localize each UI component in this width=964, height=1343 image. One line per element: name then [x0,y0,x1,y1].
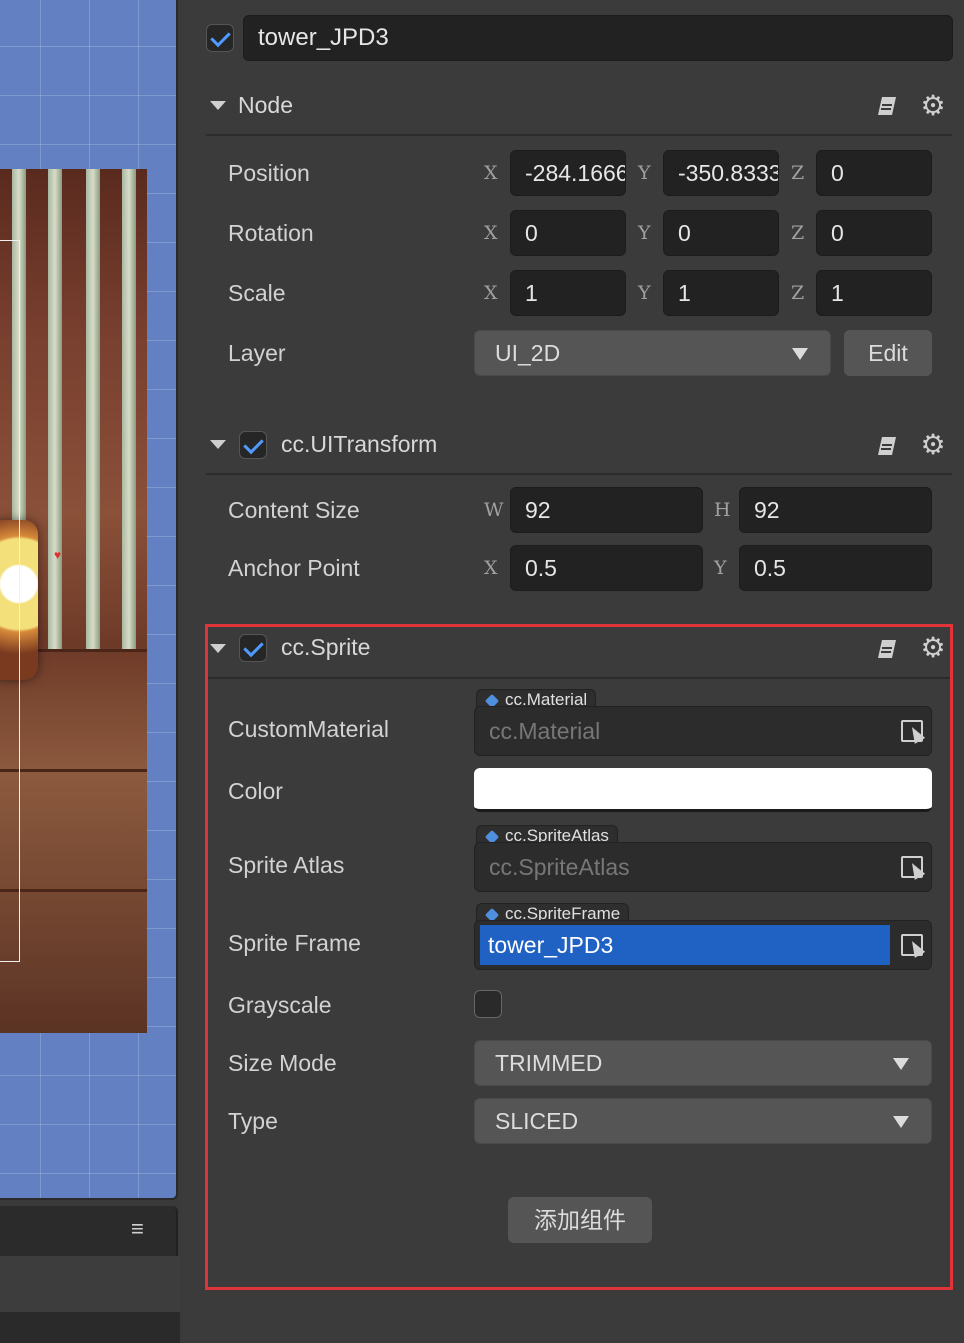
menu-icon[interactable]: ≡ [131,1218,151,1240]
axis-y-label: Y [638,282,651,304]
panel-header-bar [0,1206,178,1256]
heart-icon: ♥ [54,548,62,562]
content-height-field[interactable]: 92 [739,487,932,533]
collapse-uitransform-icon[interactable] [210,440,226,449]
selection-rect[interactable] [0,240,20,962]
scale-label: Scale [228,280,286,306]
axis-y-label: Y [638,222,651,244]
node-section-title: Node [238,92,293,118]
anchor-x-field[interactable]: 0.5 [510,545,703,591]
section-divider [206,473,952,475]
scale-z-field[interactable]: 1 [816,270,932,316]
scale-x-field[interactable]: 1 [510,270,626,316]
axis-x-label: X [484,282,498,304]
axis-z-label: Z [791,162,805,184]
axis-y-label: Y [638,162,651,184]
uitransform-title: cc.UITransform [281,431,438,457]
artwork-line [0,769,147,772]
axis-x-label: X [484,557,498,579]
rotation-label: Rotation [228,220,314,246]
layer-value: UI_2D [495,340,561,366]
layer-label: Layer [228,340,286,366]
position-y-field[interactable]: -350.8333 [663,150,779,196]
scale-y-field[interactable]: 1 [663,270,779,316]
artwork-line [0,889,147,892]
layer-select[interactable]: UI_2D [474,330,831,376]
axis-w-label: W [484,499,504,521]
uitransform-enabled-checkbox[interactable] [239,431,267,459]
axis-x-label: X [484,162,498,184]
dropdown-arrow-icon [792,348,808,360]
axis-h-label: H [714,499,731,521]
collapse-node-icon[interactable] [210,101,226,110]
node-name-field[interactable]: tower_JPD3 [243,15,953,61]
axis-x-label: X [484,222,498,244]
axis-y-label: Y [714,557,727,579]
highlight-annotation [205,624,953,1290]
position-x-field[interactable]: -284.1666 [510,150,626,196]
anchor-point-label: Anchor Point [228,555,360,581]
rotation-y-field[interactable]: 0 [663,210,779,256]
position-z-field[interactable]: 0 [816,150,932,196]
node-active-checkbox[interactable] [206,24,234,52]
editor-window: ♥ ≡ tower_JPD3 Node ⚙ Position X -284.16… [0,0,964,1343]
rotation-x-field[interactable]: 0 [510,210,626,256]
settings-gear-icon[interactable]: ⚙ [920,431,946,459]
artwork-plank [48,169,62,649]
settings-gear-icon[interactable]: ⚙ [920,92,946,120]
help-book-icon[interactable] [876,435,898,457]
anchor-y-field[interactable]: 0.5 [739,545,932,591]
artwork-plank [122,169,136,649]
rotation-z-field[interactable]: 0 [816,210,932,256]
position-label: Position [228,160,310,186]
artwork-plank [86,169,100,649]
scene-view[interactable]: ♥ [0,0,178,1200]
layer-edit-button[interactable]: Edit [844,330,932,376]
panel-strip [0,1256,180,1312]
help-book-icon[interactable] [876,95,898,117]
axis-z-label: Z [791,222,805,244]
section-divider [206,134,952,136]
axis-z-label: Z [791,282,805,304]
content-size-label: Content Size [228,497,360,523]
panel-strip [0,1312,180,1343]
content-width-field[interactable]: 92 [510,487,703,533]
